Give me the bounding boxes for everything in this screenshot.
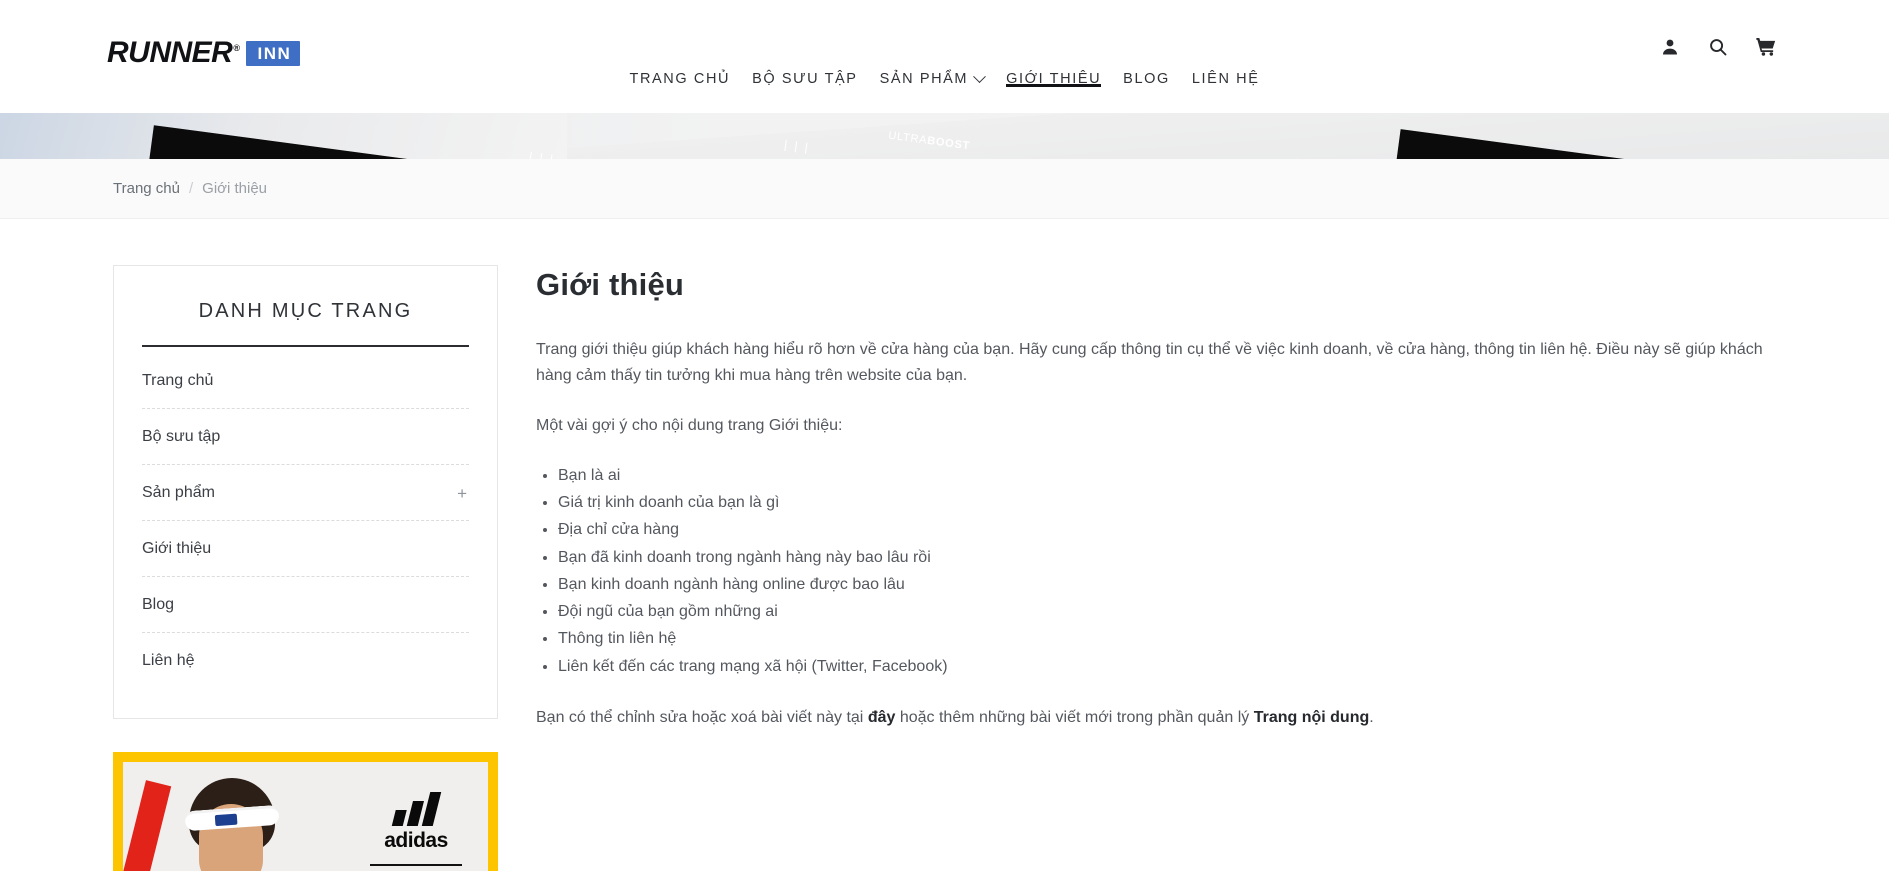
sidebar-item-lien-he[interactable]: Liên hệ	[142, 633, 469, 688]
nav-item-lien-he[interactable]: LIÊN HỆ	[1181, 0, 1271, 113]
suggestion-list: Bạn là ai Giá trị kinh doanh của bạn là …	[536, 463, 1776, 679]
content-pages-link[interactable]: Trang nội dung	[1254, 709, 1370, 726]
site-header: RUNNER® INN TRANG CHỦ BỘ SƯU TẬP SẢN PHẨ…	[0, 0, 1889, 113]
header-icon-group	[1659, 36, 1777, 58]
list-item: Địa chỉ cửa hàng	[558, 517, 1776, 542]
breadcrumb-home-link[interactable]: Trang chủ	[113, 180, 180, 197]
sidebar: DANH MỤC TRANG Trang chủ Bộ sưu tập Sản …	[113, 265, 498, 871]
promo-brand-block: adidas	[364, 792, 468, 871]
promo-athlete-photo	[175, 778, 303, 871]
promo-artwork: adidas	[123, 762, 488, 871]
chevron-down-icon	[973, 70, 986, 84]
footer-note-part1: Bạn có thể chỉnh sửa hoặc xoá bài viết n…	[536, 708, 868, 726]
footer-note: Bạn có thể chỉnh sửa hoặc xoá bài viết n…	[536, 705, 1776, 731]
sidebar-item-trang-chu[interactable]: Trang chủ	[142, 353, 469, 408]
nav-label: LIÊN HỆ	[1191, 71, 1260, 88]
nav-item-blog[interactable]: BLOG	[1112, 0, 1181, 113]
sidebar-title: DANH MỤC TRANG	[198, 300, 413, 322]
nav-item-trang-chu[interactable]: TRANG CHỦ	[619, 0, 742, 113]
page-category-box: DANH MỤC TRANG Trang chủ Bộ sưu tập Sản …	[113, 265, 498, 719]
sidebar-item-bo-suu-tap[interactable]: Bộ sưu tập	[142, 409, 469, 464]
sidebar-item-label: Blog	[142, 596, 175, 613]
footer-note-part3: .	[1369, 708, 1374, 726]
list-item: Blog	[142, 577, 469, 633]
plus-icon[interactable]: +	[455, 485, 469, 502]
nav-label: GIỚI THIỆU	[1006, 71, 1102, 88]
headband-logo	[214, 813, 238, 827]
edit-here-link[interactable]: đây	[868, 709, 896, 726]
list-item: Thông tin liên hệ	[558, 626, 1776, 651]
main-content: Giới thiệu Trang giới thiệu giúp khách h…	[536, 265, 1776, 755]
list-item: Sản phẩm +	[142, 465, 469, 521]
nav-label: SẢN PHẨM	[879, 71, 969, 88]
nav-label: BLOG	[1123, 71, 1170, 88]
nav-label: BỘ SƯU TẬP	[752, 71, 858, 88]
nav-item-gioi-thieu[interactable]: GIỚI THIỆU	[995, 0, 1112, 113]
adidas-logo-icon	[360, 792, 472, 826]
nav-item-bo-suu-tap[interactable]: BỘ SƯU TẬP	[741, 0, 868, 113]
sidebar-item-blog[interactable]: Blog	[142, 577, 469, 632]
breadcrumb: Trang chủ / Giới thiệu	[0, 159, 1889, 219]
list-item: Bạn kinh doanh ngành hàng online được ba…	[558, 572, 1776, 597]
list-item: Bạn là ai	[558, 463, 1776, 488]
nav-label: TRANG CHỦ	[629, 71, 731, 88]
page-body: DANH MỤC TRANG Trang chủ Bộ sưu tập Sản …	[0, 219, 1889, 871]
breadcrumb-separator: /	[188, 180, 194, 197]
intro-paragraph: Trang giới thiệu giúp khách hàng hiểu rõ…	[536, 341, 1763, 384]
footer-note-part2: hoặc thêm những bài viết mới trong phần …	[895, 708, 1254, 726]
sidebar-promo-banner[interactable]: adidas	[113, 752, 498, 871]
sidebar-item-label: Giới thiệu	[142, 540, 212, 557]
list-item: Giới thiệu	[142, 521, 469, 577]
sidebar-item-label: Trang chủ	[142, 372, 214, 389]
suggestion-lead: Một vài gợi ý cho nội dung trang Giới th…	[536, 416, 843, 434]
sidebar-item-label: Bộ sưu tập	[142, 428, 221, 445]
promo-brand-name: adidas	[384, 829, 448, 852]
search-icon[interactable]	[1707, 36, 1729, 58]
list-item: Bộ sưu tập	[142, 409, 469, 465]
list-item: Giá trị kinh doanh của bạn là gì	[558, 490, 1776, 515]
list-item: Đội ngũ của bạn gồm những ai	[558, 599, 1776, 624]
sidebar-item-san-pham[interactable]: Sản phẩm +	[142, 465, 469, 520]
account-icon[interactable]	[1659, 36, 1681, 58]
sidebar-item-label: Sản phẩm	[142, 484, 215, 501]
sidebar-title-rule	[142, 345, 469, 347]
sidebar-menu: Trang chủ Bộ sưu tập Sản phẩm + Giới thi…	[142, 353, 469, 688]
hero-banner-strip: | | | | | | ULTRABOOST	[0, 113, 1889, 159]
list-item: Trang chủ	[142, 353, 469, 409]
sidebar-item-label: Liên hệ	[142, 652, 195, 669]
list-item: Liên hệ	[142, 633, 469, 688]
breadcrumb-current: Giới thiệu	[202, 180, 268, 197]
page-title: Giới thiệu	[536, 267, 685, 302]
nav-item-san-pham[interactable]: SẢN PHẨM	[869, 0, 996, 113]
promo-divider	[370, 864, 462, 866]
cart-icon[interactable]	[1755, 36, 1777, 58]
promo-red-stripe	[123, 780, 172, 871]
list-item: Liên kết đến các trang mạng xã hội (Twit…	[558, 654, 1776, 679]
list-item: Bạn đã kinh doanh trong ngành hàng này b…	[558, 545, 1776, 570]
sidebar-item-gioi-thieu[interactable]: Giới thiệu	[142, 521, 469, 576]
primary-navigation: TRANG CHỦ BỘ SƯU TẬP SẢN PHẨM GIỚI THIỆU…	[0, 0, 1889, 113]
